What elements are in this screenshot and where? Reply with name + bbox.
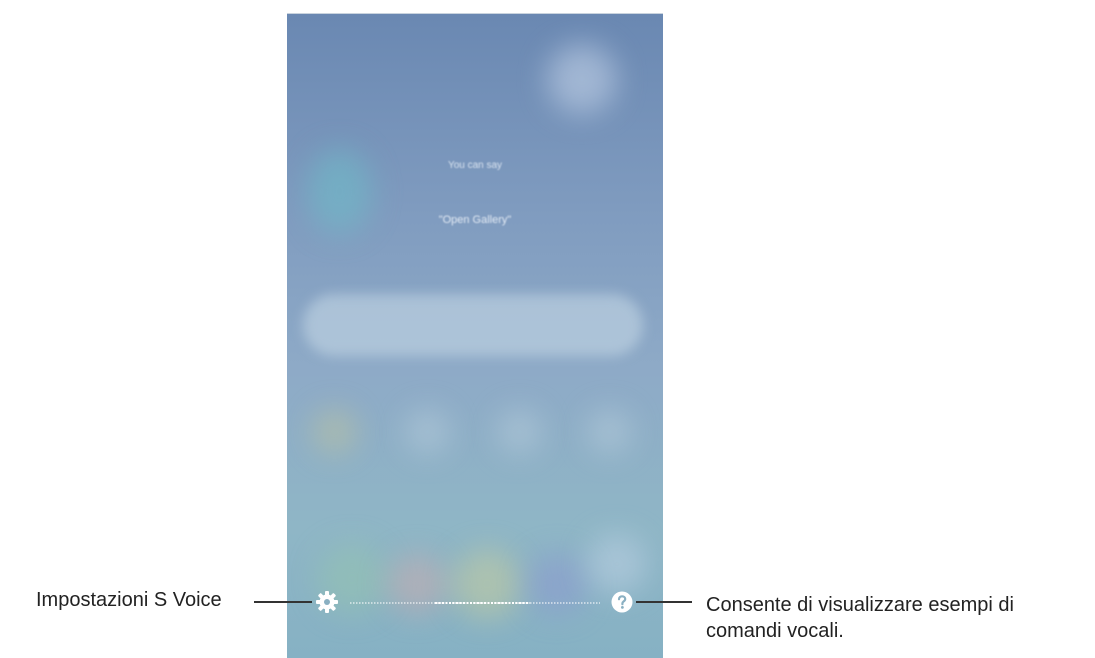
background-blur-blob (547, 44, 617, 114)
background-blur-blob (452, 549, 522, 619)
gear-icon[interactable] (315, 590, 339, 614)
background-blur-blob (587, 534, 647, 594)
background-blur-blob (587, 409, 632, 454)
voice-input-bar (303, 294, 643, 356)
callout-leader-line (636, 601, 692, 603)
background-blur-blob (405, 409, 450, 454)
hint-caption: You can say (447, 160, 503, 171)
help-callout-label: Consente di visualizzare esempi di coman… (706, 594, 1014, 642)
background-blur-blob (312, 409, 357, 454)
callout-leader-line (254, 601, 312, 603)
help-icon[interactable] (610, 590, 634, 614)
settings-callout-label: Impostazioni S Voice (36, 589, 222, 611)
hint-example-command: "Open Gallery" (438, 214, 512, 226)
background-blur-blob (497, 409, 542, 454)
phone-screen: You can say "Open Gallery" (287, 13, 663, 658)
voice-wave-icon (350, 602, 600, 604)
